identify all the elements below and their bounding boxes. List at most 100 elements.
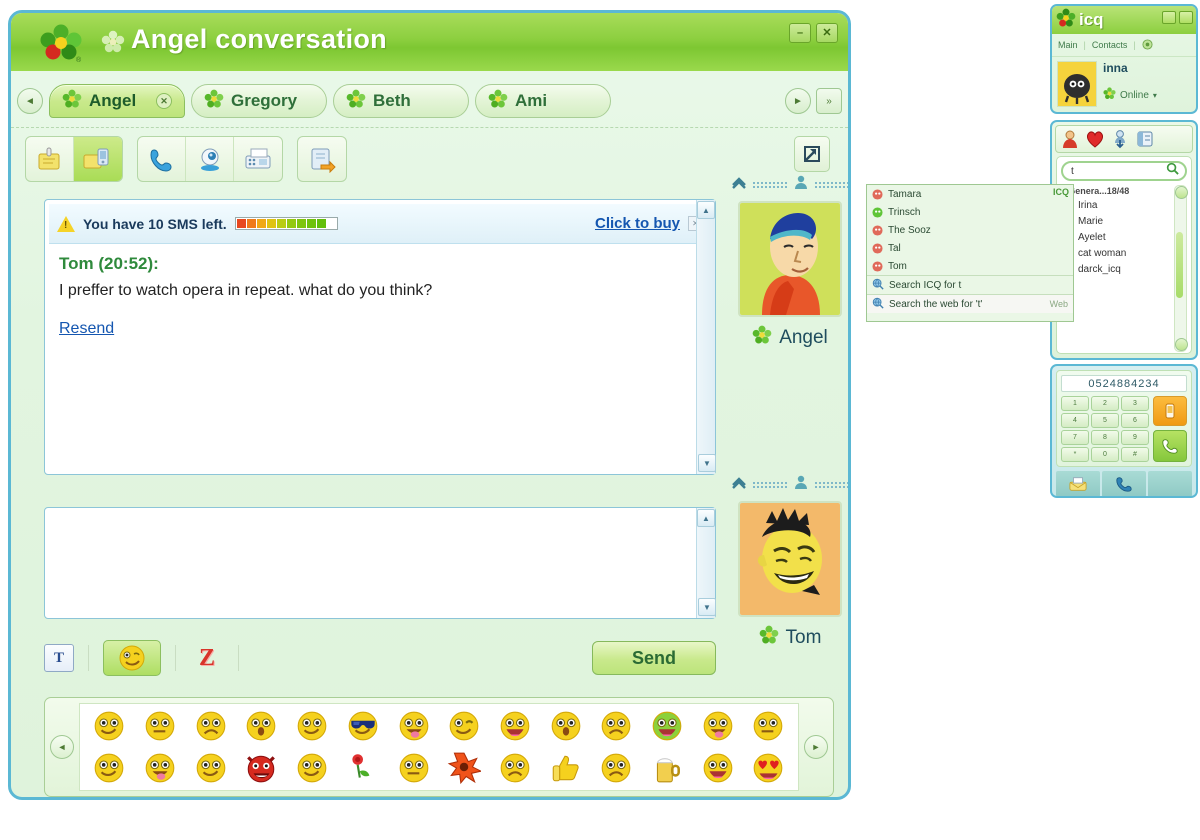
collapse-icon[interactable]	[731, 476, 747, 495]
avatar[interactable]	[738, 201, 842, 317]
send-button[interactable]: Send	[592, 641, 716, 675]
suggestion-search-web[interactable]: Search the web for 't' Web	[867, 294, 1073, 313]
list-item[interactable]: darck_icq	[1061, 261, 1187, 277]
tab-beth[interactable]: Beth	[333, 84, 469, 118]
emoticon-sick-green-icon[interactable]	[650, 709, 684, 743]
dial-key-1[interactable]: 1	[1061, 396, 1089, 411]
voicemail-icon[interactable]	[1056, 471, 1100, 496]
heart-icon[interactable]	[1084, 128, 1106, 150]
close-icon[interactable]: ✕	[816, 23, 838, 43]
webcam-icon[interactable]	[186, 137, 234, 181]
emoticon-yawn-icon[interactable]	[549, 709, 583, 743]
dial-key-5[interactable]: 5	[1091, 413, 1119, 428]
emoticon-happy-icon[interactable]	[295, 709, 329, 743]
scrollbar-thumb[interactable]	[1176, 232, 1183, 298]
history-scrollbar[interactable]: ▲ ▼	[696, 200, 716, 474]
emoticon-cry-icon[interactable]	[599, 709, 633, 743]
emoticon-devil-icon[interactable]	[244, 751, 278, 785]
contact-group-header[interactable]: <Genera...18/48	[1061, 185, 1187, 197]
fax-icon[interactable]	[234, 137, 282, 181]
emoticon-sealed-lips-icon[interactable]	[397, 751, 431, 785]
collapse-icon[interactable]	[731, 176, 747, 195]
tab-gregory[interactable]: Gregory	[191, 84, 327, 118]
emoticon-neutral-icon[interactable]	[143, 709, 177, 743]
emoticon-surprised-icon[interactable]	[244, 709, 278, 743]
send-file-icon[interactable]	[298, 137, 346, 181]
zoom-emoticon-icon[interactable]: Z	[190, 643, 224, 673]
smiley-icon[interactable]	[103, 640, 161, 676]
list-item[interactable]: Marie	[1061, 213, 1187, 229]
emoticon-prev-button[interactable]: ◄	[50, 735, 74, 759]
dialer-number-display[interactable]: 0524884234	[1061, 375, 1187, 392]
phone-icon[interactable]	[1102, 471, 1146, 496]
tab-next-button[interactable]: ►	[785, 88, 811, 114]
tab-angel[interactable]: Angel ✕	[49, 84, 185, 118]
list-item[interactable]: Ayelet	[1061, 229, 1187, 245]
emoticon-tongue-cheeky-icon[interactable]	[701, 709, 735, 743]
suggestion-contact[interactable]: Tal	[867, 239, 1073, 257]
suggestion-contact[interactable]: Tom	[867, 257, 1073, 275]
emoticon-grin-icon[interactable]	[295, 751, 329, 785]
menu-item-contacts[interactable]: Contacts	[1092, 40, 1128, 50]
avatar[interactable]	[738, 501, 842, 617]
emoticon-beer-icon[interactable]	[650, 751, 684, 785]
minimize-icon[interactable]: –	[789, 23, 811, 43]
scroll-down-icon[interactable]: ▼	[698, 454, 716, 472]
contact-scrollbar[interactable]	[1174, 185, 1188, 352]
gear-icon[interactable]	[1142, 38, 1153, 52]
emoticon-kiss-icon[interactable]	[143, 751, 177, 785]
scroll-down-icon[interactable]: ▼	[698, 598, 716, 616]
dial-key-3[interactable]: 3	[1121, 396, 1149, 411]
scroll-down-icon[interactable]	[1175, 338, 1188, 351]
dial-key-2[interactable]: 2	[1091, 396, 1119, 411]
message-note-icon[interactable]	[26, 137, 74, 181]
status-badge[interactable]: Online ▾	[1103, 87, 1191, 103]
tab-ami[interactable]: Ami	[475, 84, 611, 118]
emoticon-sunglasses-icon[interactable]	[346, 709, 380, 743]
emoticon-tongue-out-icon[interactable]	[397, 709, 431, 743]
dial-key-*[interactable]: *	[1061, 447, 1089, 462]
dial-key-8[interactable]: 8	[1091, 430, 1119, 445]
suggestion-search-icq[interactable]: Search ICQ for t	[867, 275, 1073, 294]
call-icon[interactable]	[1153, 430, 1187, 462]
emoticon-explosion-icon[interactable]	[447, 751, 483, 785]
dial-key-7[interactable]: 7	[1061, 430, 1089, 445]
chevron-down-icon[interactable]: ▾	[1153, 91, 1157, 100]
emoticon-confused-icon[interactable]	[498, 751, 532, 785]
dial-key-4[interactable]: 4	[1061, 413, 1089, 428]
suggestion-contact[interactable]: The Sooz	[867, 221, 1073, 239]
address-book-icon[interactable]	[1134, 128, 1156, 150]
dial-key-9[interactable]: 9	[1121, 430, 1149, 445]
dial-key-0[interactable]: 0	[1091, 447, 1119, 462]
resend-link[interactable]: Resend	[59, 320, 114, 338]
blank-icon[interactable]	[1148, 471, 1192, 496]
scroll-up-icon[interactable]: ▲	[697, 201, 715, 219]
emoticon-big-laugh-icon[interactable]	[701, 751, 735, 785]
message-input[interactable]: ▲ ▼	[44, 507, 716, 619]
emoticon-facepalm-icon[interactable]	[751, 709, 785, 743]
input-scrollbar[interactable]: ▲ ▼	[696, 508, 716, 618]
tab-overflow-button[interactable]: »	[816, 88, 842, 114]
emoticon-sad-icon[interactable]	[194, 709, 228, 743]
emoticon-wink-drink-icon[interactable]	[447, 709, 481, 743]
emoticon-thumbs-up-icon[interactable]	[549, 751, 583, 785]
hangup-icon[interactable]	[1153, 396, 1187, 426]
menu-item-main[interactable]: Main	[1058, 40, 1078, 50]
click-to-buy-link[interactable]: Click to buy	[595, 215, 680, 232]
contact-person-icon[interactable]	[1059, 128, 1081, 150]
emoticon-blush-icon[interactable]	[92, 751, 126, 785]
tab-close-icon[interactable]: ✕	[156, 93, 172, 109]
popout-arrow-icon[interactable]	[794, 136, 830, 172]
emoticon-smile-icon[interactable]	[92, 709, 126, 743]
list-item[interactable]: cat woman	[1061, 245, 1187, 261]
tab-prev-button[interactable]: ◄	[17, 88, 43, 114]
close-icon[interactable]	[1179, 11, 1193, 24]
scroll-up-icon[interactable]	[1175, 186, 1188, 199]
suggestion-contact[interactable]: Tamara	[867, 185, 1073, 203]
phone-icon[interactable]	[138, 137, 186, 181]
emoticon-next-button[interactable]: ►	[804, 735, 828, 759]
emoticon-laugh-icon[interactable]	[498, 709, 532, 743]
scroll-up-icon[interactable]: ▲	[697, 509, 715, 527]
suggestion-contact[interactable]: Trinsch	[867, 203, 1073, 221]
search-icon[interactable]	[1166, 162, 1179, 180]
